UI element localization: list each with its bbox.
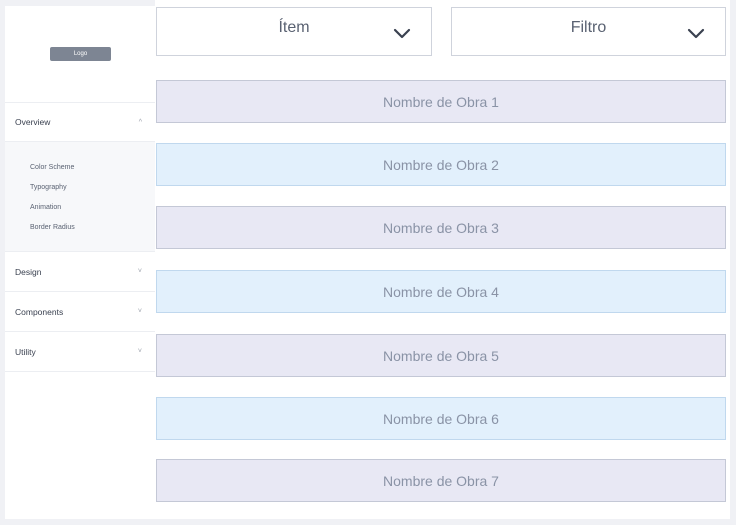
chevron-down-icon: ˅ xyxy=(137,348,142,355)
chevron-down-icon: ˅ xyxy=(137,308,142,315)
nav-item-label: Overview xyxy=(15,117,51,127)
chevron-up-icon: ^ xyxy=(138,118,142,126)
submenu-item-typography[interactable]: Typography xyxy=(30,178,155,198)
chevron-down-icon: ˅ xyxy=(137,268,142,275)
chevron-down-icon xyxy=(687,28,705,39)
logo[interactable]: Logo xyxy=(50,47,111,61)
submenu-item-color-scheme[interactable]: Color Scheme xyxy=(30,158,155,178)
obra-row-6[interactable]: Nombre de Obra 6 xyxy=(156,397,726,440)
submenu-item-animation[interactable]: Animation xyxy=(30,198,155,218)
nav-item-design[interactable]: Design ˅ xyxy=(5,252,155,292)
nav-item-components[interactable]: Components ˅ xyxy=(5,292,155,332)
overview-submenu: Color Scheme Typography Animation Border… xyxy=(5,142,155,252)
nav-item-overview[interactable]: Overview ^ xyxy=(5,102,155,142)
sidebar: Logo Overview ^ Color Scheme Typography … xyxy=(5,6,155,519)
nav-item-label: Utility xyxy=(15,346,36,357)
nav-item-label: Design xyxy=(15,266,42,277)
logo-area: Logo xyxy=(5,6,155,102)
obra-row-2[interactable]: Nombre de Obra 2 xyxy=(156,143,726,186)
item-dropdown[interactable]: Ítem xyxy=(156,7,432,56)
filter-dropdown-label: Filtro xyxy=(570,19,607,36)
obra-row-5[interactable]: Nombre de Obra 5 xyxy=(156,334,726,377)
obra-row-1[interactable]: Nombre de Obra 1 xyxy=(156,80,726,123)
obra-row-4[interactable]: Nombre de Obra 4 xyxy=(156,270,726,313)
nav-item-label: Components xyxy=(15,306,64,317)
submenu-item-border-radius[interactable]: Border Radius xyxy=(30,218,155,238)
obra-row-3[interactable]: Nombre de Obra 3 xyxy=(156,206,726,249)
main-content: Ítem Filtro Nombre de Obra 1 Nombre de O… xyxy=(155,0,730,519)
filter-dropdown[interactable]: Filtro xyxy=(451,7,726,56)
item-dropdown-label: Ítem xyxy=(278,19,310,36)
nav-item-utility[interactable]: Utility ˅ xyxy=(5,332,155,372)
chevron-down-icon xyxy=(393,28,411,39)
obra-row-7[interactable]: Nombre de Obra 7 xyxy=(156,459,726,502)
